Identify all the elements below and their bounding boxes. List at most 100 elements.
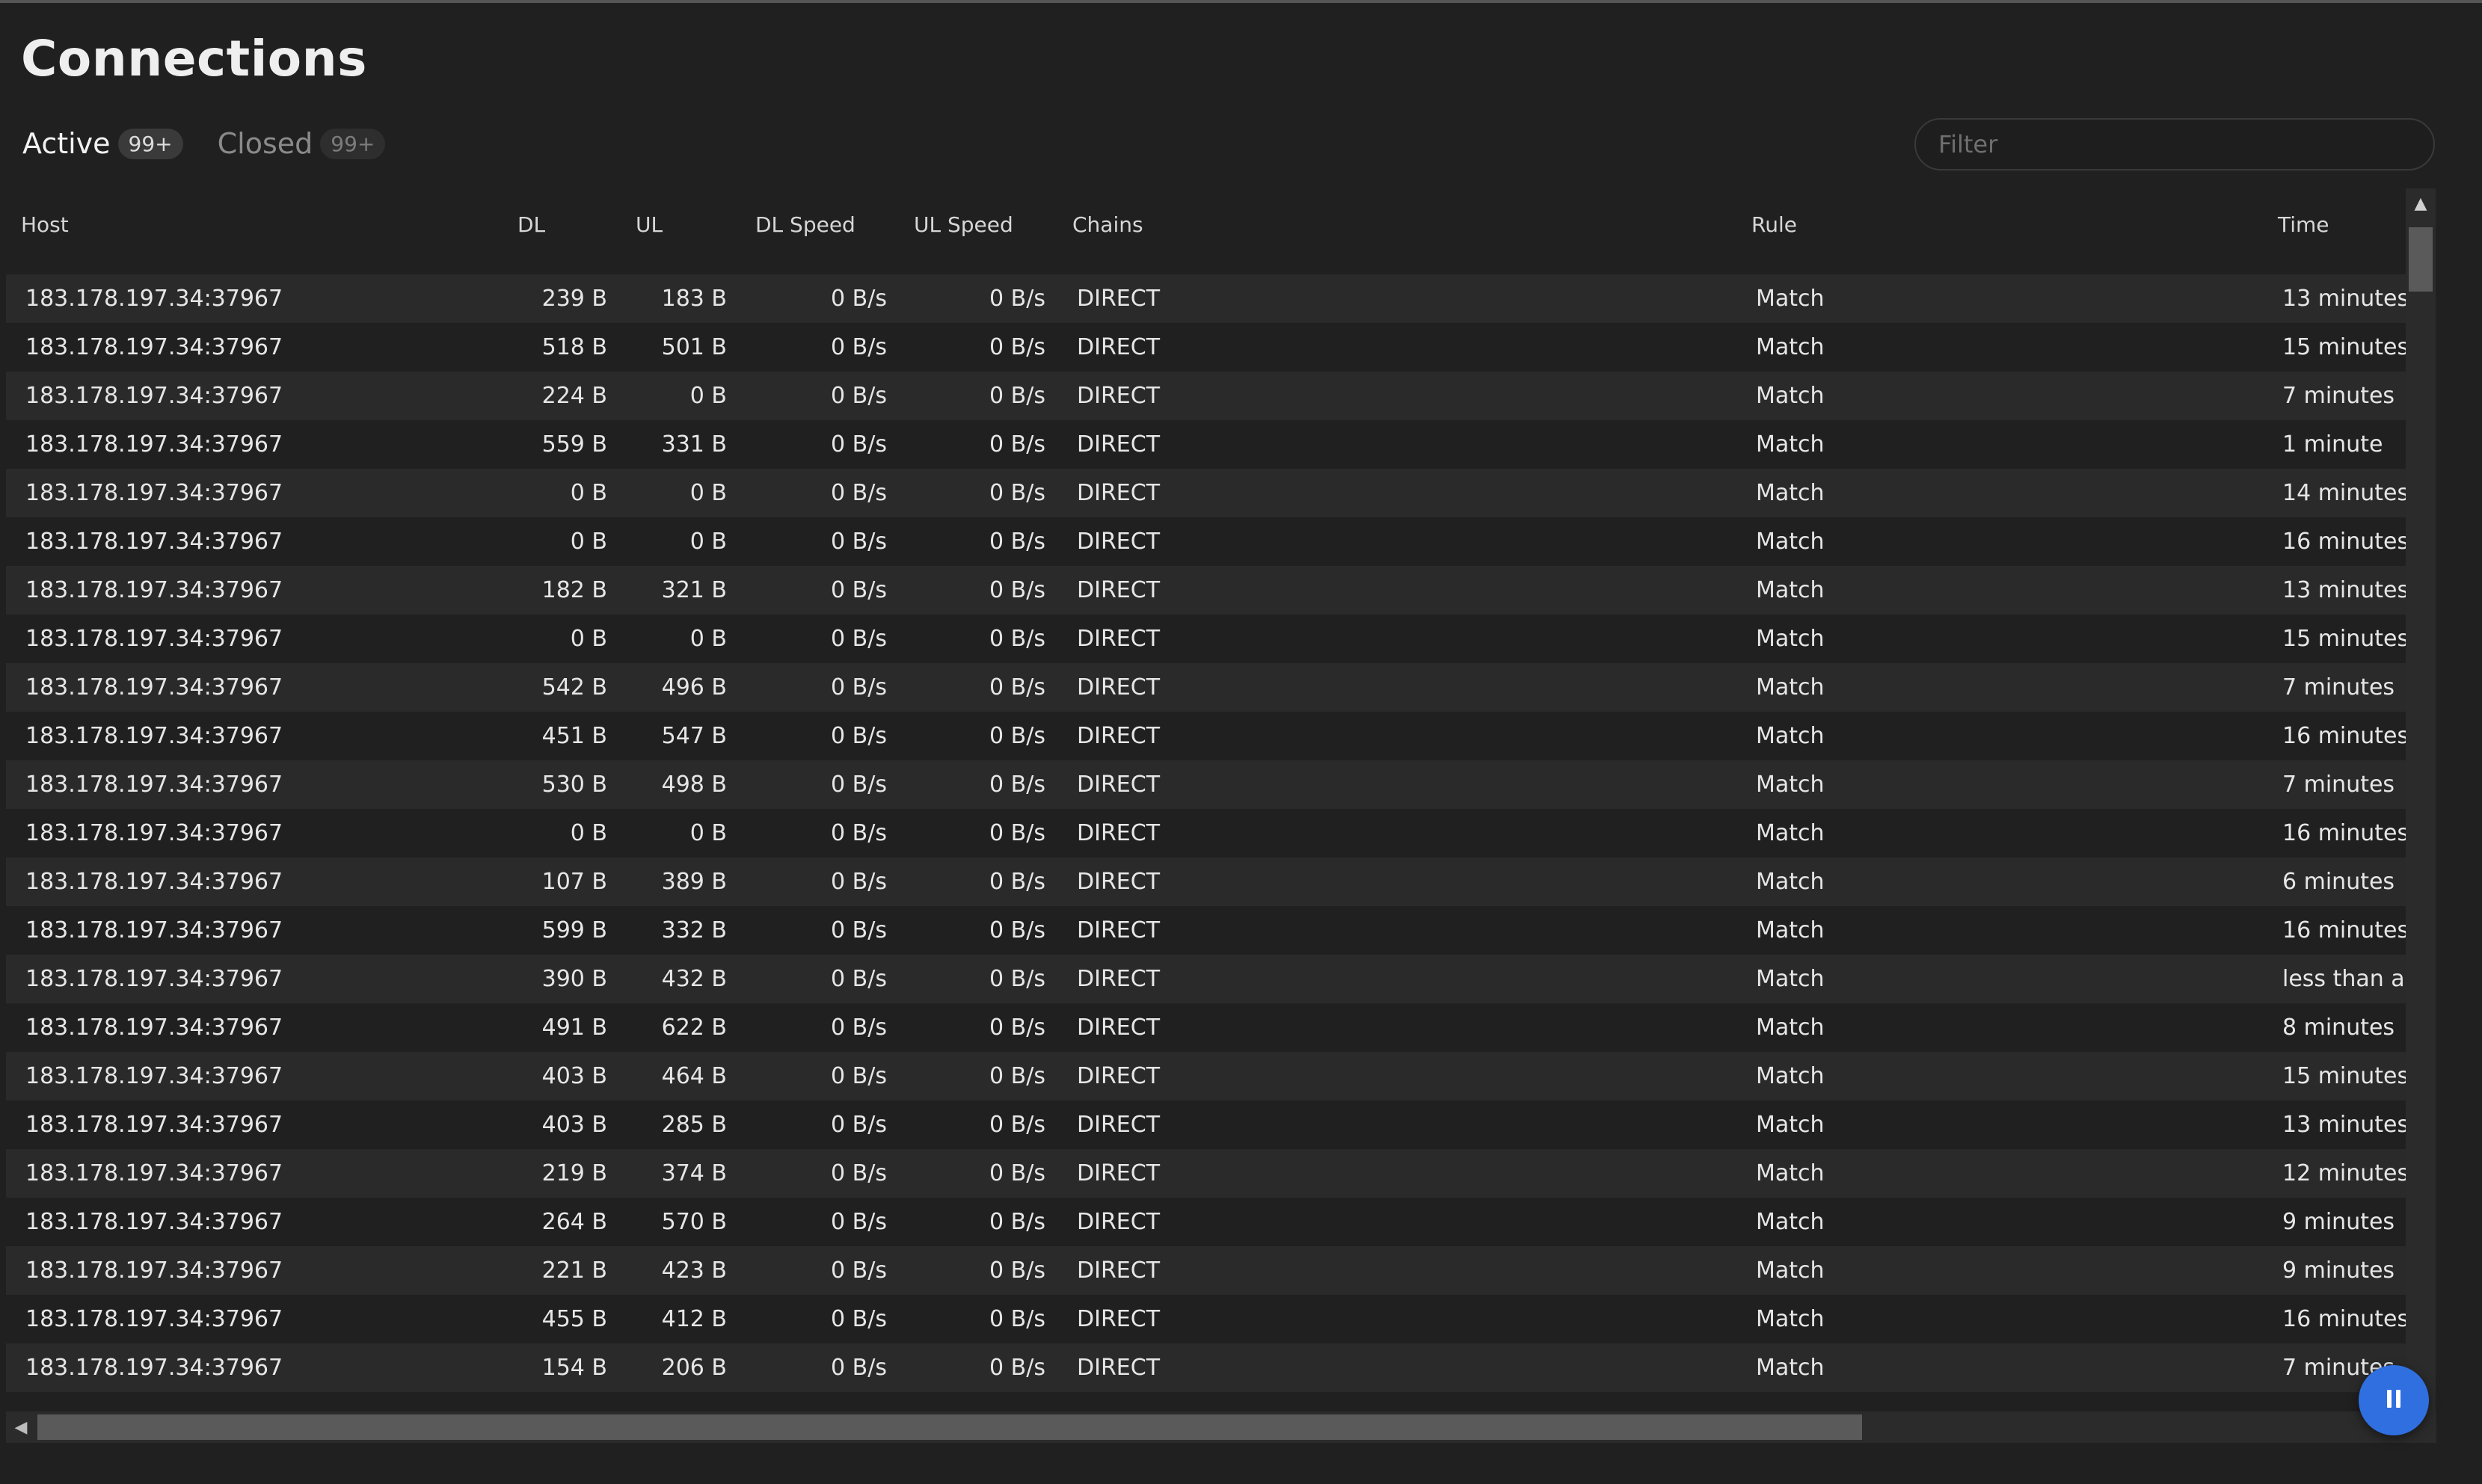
cell-ul-speed: 0 B/s — [989, 1015, 1045, 1041]
cell-ul-speed: 0 B/s — [989, 1257, 1045, 1284]
table-row[interactable]: 183.178.197.34:37967 239 B 183 B 0 B/s 0 B/s… — [6, 274, 2406, 323]
cell-rule: Match — [1756, 820, 1825, 846]
pause-button[interactable] — [2359, 1365, 2429, 1435]
cell-ul: 332 B — [661, 917, 727, 943]
table-row[interactable]: 183.178.197.34:37967 542 B 496 B 0 B/s 0 B/s… — [6, 663, 2406, 712]
cell-chains: DIRECT — [1077, 820, 1161, 846]
column-header-dl[interactable]: DL — [517, 212, 545, 237]
table-row[interactable]: 183.178.197.34:37967 221 B 423 B 0 B/s 0 B/s… — [6, 1246, 2406, 1295]
vertical-scroll-thumb[interactable] — [2409, 227, 2433, 292]
cell-host: 183.178.197.34:37967 — [25, 772, 283, 798]
cell-time: 6 minutes — [2282, 869, 2395, 895]
cell-dl: 224 B — [541, 383, 607, 409]
cell-dl: 0 B — [570, 626, 607, 652]
table-row[interactable]: 183.178.197.34:37967 403 B 285 B 0 B/s 0 B/s… — [6, 1100, 2406, 1149]
cell-chains: DIRECT — [1077, 480, 1161, 506]
cell-dl: 403 B — [541, 1112, 607, 1138]
cell-rule: Match — [1756, 1355, 1825, 1381]
tab-active[interactable]: Active 99+ — [22, 127, 183, 160]
column-header-ul[interactable]: UL — [636, 212, 663, 237]
column-header-time[interactable]: Time — [2278, 212, 2329, 237]
cell-chains: DIRECT — [1077, 1063, 1161, 1089]
triangle-up-icon[interactable]: ▲ — [2406, 188, 2436, 218]
cell-dl-speed: 0 B/s — [831, 626, 887, 652]
cell-chains: DIRECT — [1077, 1355, 1161, 1381]
cell-ul: 285 B — [661, 1112, 727, 1138]
cell-host: 183.178.197.34:37967 — [25, 1355, 283, 1381]
table-row[interactable]: 183.178.197.34:37967 403 B 464 B 0 B/s 0 B/s… — [6, 1052, 2406, 1100]
cell-dl-speed: 0 B/s — [831, 820, 887, 846]
cell-dl: 403 B — [541, 1063, 607, 1089]
cell-host: 183.178.197.34:37967 — [25, 966, 283, 992]
filter-input[interactable] — [1914, 118, 2435, 170]
cell-time: 1 minute — [2282, 431, 2383, 458]
cell-rule: Match — [1756, 869, 1825, 895]
cell-time: 16 minutes — [2282, 1306, 2406, 1332]
horizontal-scroll-thumb[interactable] — [37, 1414, 1862, 1440]
cell-ul: 464 B — [661, 1063, 727, 1089]
table-row[interactable]: 183.178.197.34:37967 599 B 332 B 0 B/s 0 B/s… — [6, 906, 2406, 955]
cell-dl: 107 B — [541, 869, 607, 895]
table-row[interactable]: 183.178.197.34:37967 451 B 547 B 0 B/s 0 B/s… — [6, 712, 2406, 760]
cell-time: 14 minutes — [2282, 480, 2406, 506]
cell-chains: DIRECT — [1077, 1306, 1161, 1332]
column-header-rule[interactable]: Rule — [1751, 212, 1797, 237]
cell-chains: DIRECT — [1077, 723, 1161, 749]
triangle-left-icon[interactable]: ◀ — [6, 1411, 36, 1443]
table-row[interactable]: 183.178.197.34:37967 264 B 570 B 0 B/s 0 B/s… — [6, 1198, 2406, 1246]
table-row[interactable]: 183.178.197.34:37967 0 B 0 B 0 B/s 0 B/s DIRE… — [6, 809, 2406, 858]
cell-chains: DIRECT — [1077, 334, 1161, 360]
tab-closed[interactable]: Closed 99+ — [218, 127, 386, 160]
table-row[interactable]: 183.178.197.34:37967 455 B 412 B 0 B/s 0 B/s… — [6, 1295, 2406, 1343]
cell-chains: DIRECT — [1077, 772, 1161, 798]
table-row[interactable]: 183.178.197.34:37967 530 B 498 B 0 B/s 0 B/s… — [6, 760, 2406, 809]
horizontal-scrollbar[interactable]: ◀ — [6, 1411, 2436, 1443]
table-row[interactable]: 183.178.197.34:37967 182 B 321 B 0 B/s 0 B/s… — [6, 566, 2406, 615]
cell-rule: Match — [1756, 626, 1825, 652]
table-row[interactable]: 183.178.197.34:37967 154 B 206 B 0 B/s 0 B/s… — [6, 1343, 2406, 1392]
cell-ul-speed: 0 B/s — [989, 1355, 1045, 1381]
cell-host: 183.178.197.34:37967 — [25, 577, 283, 603]
table-row[interactable]: 183.178.197.34:37967 0 B 0 B 0 B/s 0 B/s DIRE… — [6, 469, 2406, 517]
table-row[interactable]: 183.178.197.34:37967 224 B 0 B 0 B/s 0 B/s DI… — [6, 372, 2406, 420]
table-row[interactable]: 183.178.197.34:37967 219 B 374 B 0 B/s 0 B/s… — [6, 1149, 2406, 1198]
cell-rule: Match — [1756, 1015, 1825, 1041]
cell-chains: DIRECT — [1077, 529, 1161, 555]
cell-host: 183.178.197.34:37967 — [25, 1063, 283, 1089]
table-row[interactable]: 183.178.197.34:37967 559 B 331 B 0 B/s 0 B/s… — [6, 420, 2406, 469]
table-row[interactable]: 183.178.197.34:37967 0 B 0 B 0 B/s 0 B/s DIRE… — [6, 517, 2406, 566]
cell-time: 12 minutes — [2282, 1160, 2406, 1186]
table-row[interactable]: 183.178.197.34:37967 107 B 389 B 0 B/s 0 B/s… — [6, 858, 2406, 906]
cell-host: 183.178.197.34:37967 — [25, 431, 283, 458]
cell-host: 183.178.197.34:37967 — [25, 334, 283, 360]
cell-ul-speed: 0 B/s — [989, 1112, 1045, 1138]
cell-ul-speed: 0 B/s — [989, 674, 1045, 701]
cell-ul-speed: 0 B/s — [989, 383, 1045, 409]
cell-host: 183.178.197.34:37967 — [25, 286, 283, 312]
cell-rule: Match — [1756, 1160, 1825, 1186]
cell-rule: Match — [1756, 431, 1825, 458]
connections-table: Host DL UL DL Speed UL Speed Chains Rule… — [6, 188, 2406, 1411]
cell-time: 13 minutes — [2282, 286, 2406, 312]
tab-active-label: Active — [22, 127, 111, 160]
column-header-dl-speed[interactable]: DL Speed — [755, 212, 856, 237]
cell-rule: Match — [1756, 1063, 1825, 1089]
cell-host: 183.178.197.34:37967 — [25, 1160, 283, 1186]
tab-active-count-badge: 99+ — [117, 128, 183, 159]
column-header-chains[interactable]: Chains — [1072, 212, 1143, 237]
cell-dl: 219 B — [541, 1160, 607, 1186]
column-header-ul-speed[interactable]: UL Speed — [914, 212, 1013, 237]
column-header-host[interactable]: Host — [21, 212, 69, 237]
vertical-scrollbar[interactable]: ▲ — [2406, 188, 2436, 1411]
table-row[interactable]: 183.178.197.34:37967 0 B 0 B 0 B/s 0 B/s DIRE… — [6, 615, 2406, 663]
table-row[interactable]: 183.178.197.34:37967 518 B 501 B 0 B/s 0 B/s… — [6, 323, 2406, 372]
cell-chains: DIRECT — [1077, 869, 1161, 895]
cell-rule: Match — [1756, 917, 1825, 943]
cell-dl-speed: 0 B/s — [831, 869, 887, 895]
table-row[interactable]: 183.178.197.34:37967 390 B 432 B 0 B/s 0 B/s… — [6, 955, 2406, 1003]
table-row[interactable]: 183.178.197.34:37967 491 B 622 B 0 B/s 0 B/s… — [6, 1003, 2406, 1052]
cell-ul-speed: 0 B/s — [989, 286, 1045, 312]
cell-ul-speed: 0 B/s — [989, 334, 1045, 360]
cell-dl: 221 B — [541, 1257, 607, 1284]
cell-time: 8 minutes — [2282, 1015, 2395, 1041]
